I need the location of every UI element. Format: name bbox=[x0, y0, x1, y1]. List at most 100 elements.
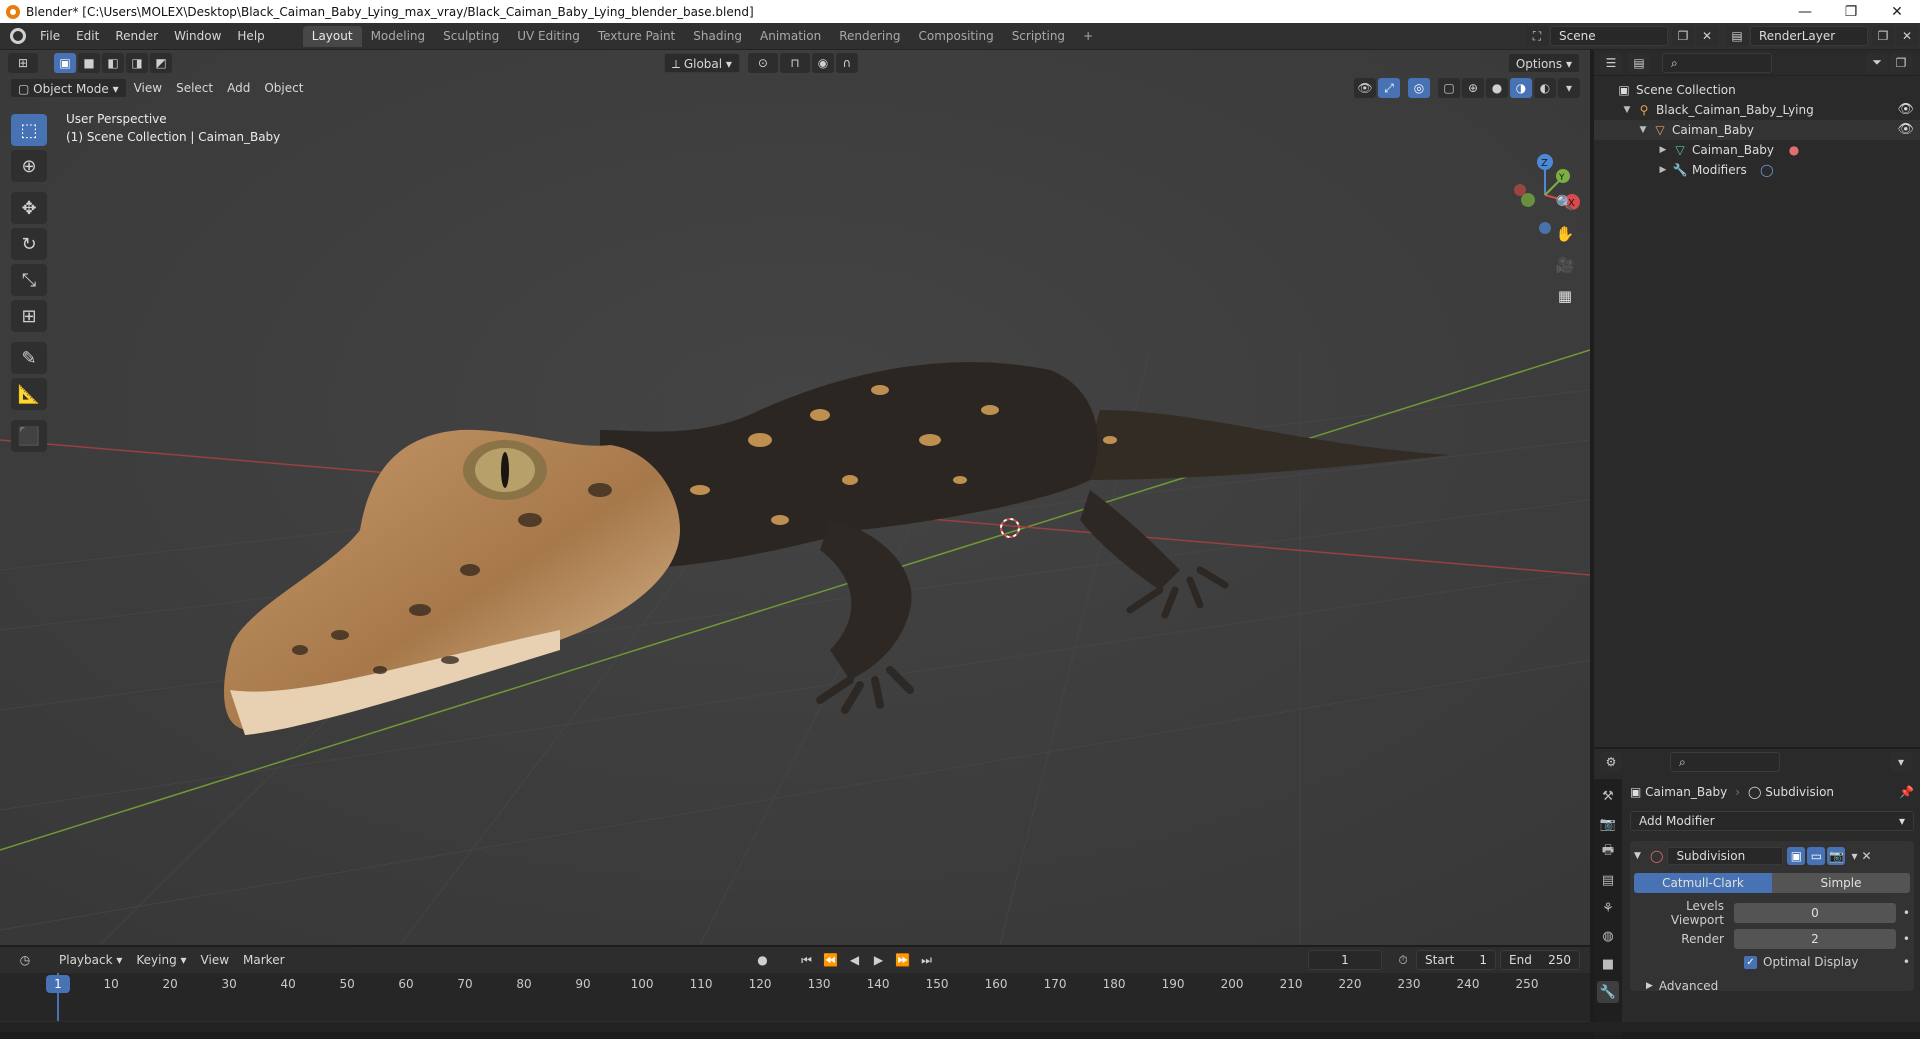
eye-icon[interactable]: 👁 bbox=[1897, 120, 1914, 140]
play-reverse-icon[interactable]: ◀ bbox=[843, 950, 866, 970]
modifier-tab-icon[interactable]: 🔧 bbox=[1597, 981, 1619, 1003]
world-tab-icon[interactable]: ◍ bbox=[1597, 925, 1619, 947]
preview-range-icon[interactable]: ⏱ bbox=[1392, 950, 1414, 970]
collapse-triangle-icon[interactable]: ▶ bbox=[1658, 140, 1668, 160]
levels-viewport-field[interactable]: 0 bbox=[1734, 903, 1896, 923]
scene-field[interactable]: Scene bbox=[1550, 26, 1668, 46]
advanced-section[interactable]: ▶ Advanced bbox=[1634, 979, 1910, 993]
tab-scripting[interactable]: Scripting bbox=[1003, 26, 1074, 47]
pin-icon[interactable]: 📌 bbox=[1899, 785, 1914, 799]
tab-shading[interactable]: Shading bbox=[684, 26, 751, 47]
xray-icon[interactable]: ▢ bbox=[1438, 78, 1460, 98]
playhead-frame-label[interactable]: 1 bbox=[46, 975, 70, 993]
render-levels-field[interactable]: 2 bbox=[1734, 929, 1896, 949]
tab-texture-paint[interactable]: Texture Paint bbox=[589, 26, 684, 47]
add-cube-tool-icon[interactable]: ⬛ bbox=[11, 420, 47, 452]
menu-help[interactable]: Help bbox=[229, 29, 272, 43]
menu-render[interactable]: Render bbox=[107, 29, 166, 43]
optimal-display-checkbox[interactable]: ✓ bbox=[1744, 955, 1757, 969]
modifier-name-input[interactable]: Subdivision bbox=[1667, 847, 1784, 865]
cursor-tool-icon[interactable]: ⊕ bbox=[11, 150, 47, 182]
add-workspace-icon[interactable]: + bbox=[1074, 26, 1102, 47]
transform-tool-icon[interactable]: ⊞ bbox=[11, 300, 47, 332]
collapse-triangle-icon[interactable]: ▶ bbox=[1658, 160, 1668, 180]
rendered-shading-icon[interactable]: ◐ bbox=[1534, 78, 1556, 98]
gizmo-toggle-icon[interactable]: ⤢ bbox=[1378, 78, 1400, 98]
outliner-row-mesh[interactable]: ▶ ▽ Caiman_Baby ● bbox=[1594, 140, 1920, 160]
play-icon[interactable]: ▶ bbox=[867, 950, 890, 970]
scene-tab-icon[interactable]: ⚘ bbox=[1597, 897, 1619, 919]
minimize-button[interactable]: — bbox=[1782, 4, 1828, 20]
marker-menu[interactable]: Marker bbox=[236, 950, 291, 970]
render-layer-icon[interactable]: ▤ bbox=[1726, 26, 1748, 46]
viewport-menu-add[interactable]: Add bbox=[220, 78, 257, 98]
expand-triangle-icon[interactable]: ▼ bbox=[1638, 120, 1648, 140]
material-shading-icon[interactable]: ◑ bbox=[1510, 78, 1532, 98]
simple-button[interactable]: Simple bbox=[1772, 873, 1910, 893]
end-frame-field[interactable]: End 250 bbox=[1500, 950, 1580, 970]
keying-menu[interactable]: Keying ▾ bbox=[129, 950, 193, 970]
chevron-down-icon[interactable]: ▾ bbox=[1851, 849, 1857, 863]
keyframe-dot-icon[interactable]: • bbox=[1896, 906, 1910, 920]
tool-tab-icon[interactable]: ⚒ bbox=[1597, 785, 1619, 807]
properties-search-input[interactable]: ⌕ bbox=[1670, 752, 1780, 772]
falloff-icon[interactable]: ∩ bbox=[835, 53, 858, 73]
restore-button[interactable]: ❐ bbox=[1828, 4, 1874, 20]
tab-animation[interactable]: Animation bbox=[751, 26, 830, 47]
outliner-editor-icon[interactable]: ☰ bbox=[1600, 52, 1622, 73]
rotate-tool-icon[interactable]: ↻ bbox=[11, 228, 47, 260]
properties-options-icon[interactable]: ▾ bbox=[1890, 752, 1912, 772]
tab-modeling[interactable]: Modeling bbox=[362, 26, 435, 47]
add-modifier-dropdown[interactable]: Add Modifier ▾ bbox=[1630, 811, 1914, 831]
select-tool-icon[interactable]: ⬚ bbox=[11, 114, 47, 146]
select-subtract-icon[interactable]: ◨ bbox=[126, 53, 148, 73]
tab-sculpting[interactable]: Sculpting bbox=[434, 26, 508, 47]
viewport-menu-select[interactable]: Select bbox=[169, 78, 220, 98]
tab-compositing[interactable]: Compositing bbox=[909, 26, 1002, 47]
select-box-mode-icon[interactable]: ▣ bbox=[54, 53, 76, 73]
mode-dropdown[interactable]: ▢ Object Mode ▾ bbox=[10, 78, 127, 98]
prev-keyframe-icon[interactable]: ⏪ bbox=[819, 950, 842, 970]
3d-viewport[interactable]: Z X Y ⊞ ▣ ■ ◧ ◨ ◩ ⟂ Global ▾ ⊙ ⊓ ◉ ∩ Opt… bbox=[0, 50, 1590, 945]
new-scene-icon[interactable]: ❐ bbox=[1672, 26, 1694, 46]
viewport-menu-view[interactable]: View bbox=[127, 78, 169, 98]
move-tool-icon[interactable]: ✥ bbox=[11, 192, 47, 224]
properties-editor-icon[interactable]: ⚙ bbox=[1600, 752, 1622, 772]
outliner-search-input[interactable]: ⌕ bbox=[1662, 52, 1772, 73]
menu-file[interactable]: File bbox=[32, 29, 68, 43]
blender-menu-icon[interactable] bbox=[10, 28, 26, 44]
timeline-editor-icon[interactable]: ◷ bbox=[10, 950, 40, 970]
eye-icon[interactable]: 👁 bbox=[1897, 100, 1914, 120]
visibility-icon[interactable]: 👁 bbox=[1354, 78, 1376, 98]
outliner-row-armature[interactable]: ▼ ⚲ Black_Caiman_Baby_Lying 👁 bbox=[1594, 100, 1920, 120]
tab-uv-editing[interactable]: UV Editing bbox=[508, 26, 589, 47]
outliner-row-modifiers[interactable]: ▶ 🔧 Modifiers ◯ bbox=[1594, 160, 1920, 180]
orientation-dropdown[interactable]: ⟂ Global ▾ bbox=[664, 53, 740, 73]
options-dropdown[interactable]: Options ▾ bbox=[1507, 53, 1580, 73]
menu-window[interactable]: Window bbox=[166, 29, 229, 43]
wireframe-shading-icon[interactable]: ⊕ bbox=[1462, 78, 1484, 98]
jump-end-icon[interactable]: ⏭ bbox=[915, 950, 938, 970]
jump-start-icon[interactable]: ⏮ bbox=[795, 950, 818, 970]
render-toggle-icon[interactable]: 📷 bbox=[1827, 847, 1846, 865]
start-frame-field[interactable]: Start 1 bbox=[1416, 950, 1496, 970]
solid-shading-icon[interactable]: ● bbox=[1486, 78, 1508, 98]
scale-tool-icon[interactable]: ⤡ bbox=[11, 264, 47, 296]
display-mode-icon[interactable]: ▤ bbox=[1628, 52, 1650, 73]
zoom-icon[interactable]: 🔍 bbox=[1552, 190, 1578, 216]
new-collection-icon[interactable]: ❐ bbox=[1890, 52, 1912, 73]
ortho-grid-icon[interactable]: ▦ bbox=[1552, 283, 1578, 309]
expand-triangle-icon[interactable]: ▼ bbox=[1622, 100, 1632, 120]
timeline-view-menu[interactable]: View bbox=[194, 950, 236, 970]
render-layer-field[interactable]: RenderLayer bbox=[1750, 26, 1868, 46]
collapse-triangle-icon[interactable]: ▼ bbox=[1634, 851, 1646, 861]
remove-scene-icon[interactable]: ✕ bbox=[1696, 26, 1718, 46]
object-tab-icon[interactable]: ■ bbox=[1597, 953, 1619, 975]
scene-icon[interactable]: ⛶ bbox=[1526, 26, 1548, 46]
current-frame-field[interactable]: 1 bbox=[1308, 950, 1382, 970]
camera-view-icon[interactable]: 🎥 bbox=[1552, 252, 1578, 278]
tab-rendering[interactable]: Rendering bbox=[830, 26, 909, 47]
next-keyframe-icon[interactable]: ⏩ bbox=[891, 950, 914, 970]
close-icon[interactable]: ✕ bbox=[1861, 849, 1871, 863]
pivot-icon[interactable]: ⊙ bbox=[747, 53, 778, 73]
